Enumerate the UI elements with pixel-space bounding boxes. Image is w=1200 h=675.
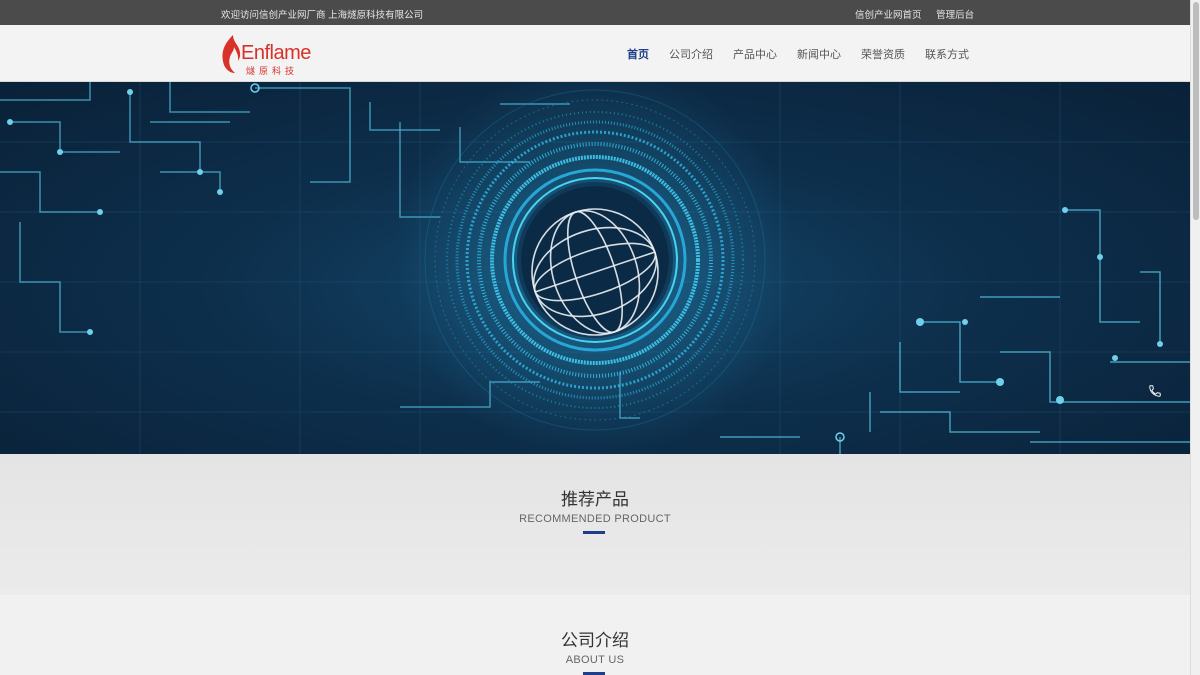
nav-item-about[interactable]: 公司介绍 [669, 46, 713, 62]
nav-item-news[interactable]: 新闻中心 [797, 46, 841, 62]
brand-name: Enflame [241, 42, 311, 64]
top-links: 信创产业网首页 管理后台 [855, 7, 986, 21]
enflame-logo[interactable]: Enflame 燧原科技 [219, 33, 319, 77]
portal-home-link[interactable]: 信创产业网首页 [855, 10, 922, 21]
nav-item-contact[interactable]: 联系方式 [925, 46, 969, 62]
section-title-about: 公司介绍 [561, 631, 629, 650]
site-header: Enflame 燧原科技 首页 公司介绍 产品中心 新闻中心 荣誉资质 联系方式 [0, 25, 1190, 82]
phone-icon [1149, 385, 1161, 397]
page-scrollbar[interactable] [1190, 0, 1200, 675]
section-subtitle-about: ABOUT US [565, 654, 625, 666]
phone-contact-button[interactable] [1148, 384, 1178, 404]
about-us-section: 公司介绍 ABOUT US [0, 595, 1190, 675]
nav-item-honors[interactable]: 荣誉资质 [861, 46, 905, 62]
circuit-globe-artwork [0, 82, 1190, 454]
welcome-text: 欢迎访问信创产业网厂商 上海燧原科技有限公司 [221, 10, 424, 21]
nav-item-home[interactable]: 首页 [627, 46, 649, 62]
main-nav: 首页 公司介绍 产品中心 新闻中心 荣誉资质 联系方式 [617, 25, 979, 82]
recommended-product-section: 推荐产品 RECOMMENDED PRODUCT [0, 454, 1190, 595]
section-title-products: 推荐产品 [561, 490, 629, 509]
scrollbar-thumb[interactable] [1193, 2, 1199, 220]
page: 欢迎访问信创产业网厂商 上海燧原科技有限公司 信创产业网首页 管理后台 Enfl… [0, 0, 1200, 675]
brand-name-cn: 燧原科技 [246, 66, 299, 76]
section-subtitle-products: RECOMMENDED PRODUCT [519, 513, 671, 525]
top-welcome-bar: 欢迎访问信创产业网厂商 上海燧原科技有限公司 信创产业网首页 管理后台 [0, 0, 1190, 25]
admin-link[interactable]: 管理后台 [936, 10, 974, 21]
nav-item-products[interactable]: 产品中心 [733, 46, 777, 62]
hero-banner [0, 82, 1190, 454]
section-divider-products [583, 531, 605, 534]
